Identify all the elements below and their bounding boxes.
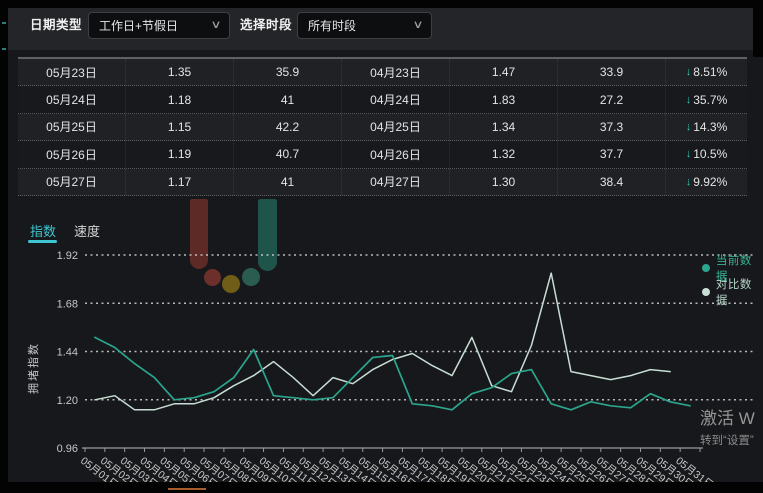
watermark-line1: 激活 W [700, 408, 755, 430]
may-date-cell: 05月23日 [18, 59, 126, 85]
change-cell: ↓35.7% [666, 86, 747, 112]
date-type-dropdown[interactable]: 工作日+节假日 ∨ [88, 12, 230, 39]
change-value: 14.3% [693, 120, 727, 134]
svg-text:0.96: 0.96 [57, 443, 78, 455]
watermark-line2: 转到“设置” [700, 433, 755, 449]
change-value: 8.51% [693, 65, 727, 79]
may-date-cell: 05月24日 [18, 86, 126, 112]
may-speed-cell: 41 [234, 86, 342, 112]
may-speed-cell: 35.9 [234, 59, 342, 85]
tab-speed[interactable]: 速度 [74, 221, 100, 240]
may-index-cell: 1.18 [126, 86, 234, 112]
change-value: 9.92% [693, 175, 727, 189]
apr-date-cell: 04月24日 [342, 86, 450, 112]
may-date-cell: 05月26日 [18, 141, 126, 167]
may-speed-cell: 40.7 [234, 141, 342, 167]
windows-activation-watermark: 激活 W 转到“设置” [700, 408, 755, 449]
frame-edge-bottom [0, 482, 763, 493]
may-date-cell: 05月27日 [18, 169, 126, 195]
change-cell: ↓9.92% [666, 169, 747, 195]
table-row: 05月23日 1.35 35.9 04月23日 1.47 33.9 ↓8.51% [18, 59, 747, 86]
legend-dot-current [702, 264, 710, 272]
legend-dot-compare [702, 288, 710, 296]
apr-speed-cell: 33.9 [558, 59, 666, 85]
period-value: 所有时段 [308, 17, 356, 34]
may-index-cell: 1.35 [126, 59, 234, 85]
logo-bar-red [190, 199, 208, 269]
down-arrow-icon: ↓ [686, 176, 692, 188]
may-index-cell: 1.15 [126, 114, 234, 140]
table-scrollbar[interactable] [18, 57, 747, 59]
apr-date-cell: 04月26日 [342, 141, 450, 167]
dashboard-screen: 0.961.201.441.681.9205月01日05月02日05月03日05… [0, 0, 763, 493]
frame-edge-topright [753, 0, 763, 57]
change-value: 10.5% [693, 147, 727, 161]
date-type-label: 日期类型 [30, 18, 82, 32]
frame-edge-left [0, 0, 8, 493]
period-label: 选择时段 [240, 18, 292, 32]
change-value: 35.7% [693, 93, 727, 107]
change-cell: ↓10.5% [666, 141, 747, 167]
chevron-down-icon: ∨ [412, 18, 423, 31]
logo-bar-teal [258, 199, 277, 271]
down-arrow-icon: ↓ [686, 94, 692, 106]
svg-text:1.92: 1.92 [57, 250, 78, 262]
may-speed-cell: 42.2 [234, 114, 342, 140]
chevron-down-icon: ∨ [210, 18, 221, 31]
frame-edge-top [0, 0, 763, 8]
may-date-cell: 05月25日 [18, 114, 126, 140]
apr-index-cell: 1.30 [450, 169, 558, 195]
logo-dot-yellow [222, 275, 240, 293]
change-cell: ↓14.3% [666, 114, 747, 140]
down-arrow-icon: ↓ [686, 66, 692, 78]
apr-speed-cell: 27.2 [558, 86, 666, 112]
apr-date-cell: 04月23日 [342, 59, 450, 85]
change-cell: ↓8.51% [666, 59, 747, 85]
legend-label-compare: 对比数据 [716, 276, 763, 308]
down-arrow-icon: ↓ [686, 148, 692, 160]
table-row: 05月25日 1.15 42.2 04月25日 1.34 37.3 ↓14.3% [18, 114, 747, 141]
svg-text:1.44: 1.44 [57, 347, 78, 359]
apr-date-cell: 04月25日 [342, 114, 450, 140]
tab-index[interactable]: 指数 [30, 221, 56, 240]
apr-index-cell: 1.83 [450, 86, 558, 112]
active-tab-underline [28, 240, 57, 243]
may-index-cell: 1.19 [126, 141, 234, 167]
table-row: 05月27日 1.17 41 04月27日 1.30 38.4 ↓9.92% [18, 169, 747, 196]
may-speed-cell: 41 [234, 169, 342, 195]
filter-toolbar: 日期类型 工作日+节假日 ∨ 选择时段 所有时段 ∨ [8, 8, 753, 50]
legend-item-compare[interactable]: 对比数据 [702, 276, 763, 308]
apr-index-cell: 1.32 [450, 141, 558, 167]
period-dropdown[interactable]: 所有时段 ∨ [297, 12, 432, 39]
apr-speed-cell: 38.4 [558, 169, 666, 195]
apr-index-cell: 1.47 [450, 59, 558, 85]
date-type-value: 工作日+节假日 [99, 17, 178, 34]
apr-speed-cell: 37.3 [558, 114, 666, 140]
down-arrow-icon: ↓ [686, 121, 692, 133]
comparison-table: 05月23日 1.35 35.9 04月23日 1.47 33.9 ↓8.51%… [18, 59, 747, 196]
svg-text:1.20: 1.20 [57, 395, 78, 407]
apr-speed-cell: 37.7 [558, 141, 666, 167]
apr-index-cell: 1.34 [450, 114, 558, 140]
may-index-cell: 1.17 [126, 169, 234, 195]
orange-loading-fragment [168, 488, 206, 490]
table-row: 05月24日 1.18 41 04月24日 1.83 27.2 ↓35.7% [18, 86, 747, 113]
svg-text:拥堵指数: 拥堵指数 [26, 342, 40, 394]
logo-dot-red [204, 269, 221, 286]
svg-text:1.68: 1.68 [57, 298, 78, 310]
edge-accent-dash [2, 22, 6, 24]
table-row: 05月26日 1.19 40.7 04月26日 1.32 37.7 ↓10.5% [18, 141, 747, 168]
edge-accent-dash [2, 48, 6, 50]
apr-date-cell: 04月27日 [342, 169, 450, 195]
logo-dot-teal [242, 268, 260, 286]
